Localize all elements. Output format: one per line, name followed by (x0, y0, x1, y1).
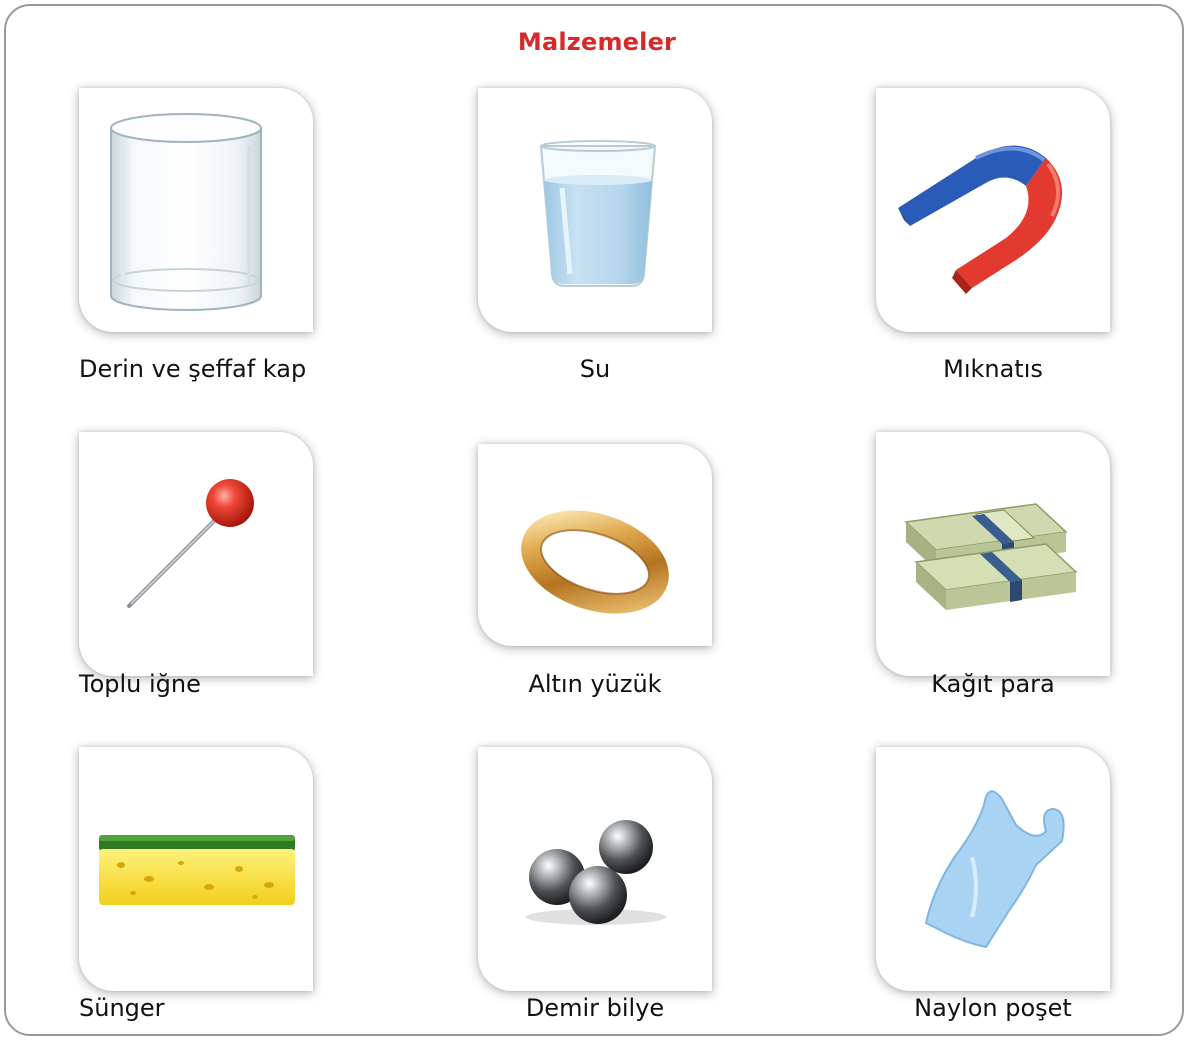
pin-icon (127, 479, 254, 608)
material-card-gold-ring (478, 444, 712, 646)
label-sponge: Sünger (79, 994, 165, 1022)
label-iron-balls: Demir bilye (525, 994, 665, 1022)
sponge-icon (99, 835, 295, 905)
material-card-iron-balls (478, 747, 712, 991)
material-card-water (478, 88, 712, 332)
glass-container-icon (110, 113, 262, 311)
iron-balls-icon (526, 820, 666, 925)
material-card-sponge (79, 747, 313, 991)
label-gold-ring: Altın yüzük (528, 670, 662, 698)
water-glass-icon (539, 140, 657, 287)
gold-ring-icon (521, 510, 669, 614)
label-pin: Toplu iğne (79, 670, 201, 698)
label-water: Su (579, 355, 611, 383)
plastic-bag-icon (924, 790, 1065, 949)
page-title: Malzemeler (517, 28, 677, 56)
material-card-magnet (876, 88, 1110, 332)
magnet-icon (898, 145, 1063, 294)
material-card-plastic-bag (876, 747, 1110, 991)
label-magnet: Mıknatıs (943, 355, 1043, 383)
material-card-paper-money (876, 432, 1110, 676)
paper-money-icon (904, 503, 1078, 610)
material-card-glass-container (79, 88, 313, 332)
label-glass-container: Derin ve şeffaf kap (79, 355, 307, 383)
label-plastic-bag: Naylon poşet (914, 994, 1072, 1022)
material-card-pin (79, 432, 313, 676)
label-paper-money: Kağıt para (931, 670, 1055, 698)
